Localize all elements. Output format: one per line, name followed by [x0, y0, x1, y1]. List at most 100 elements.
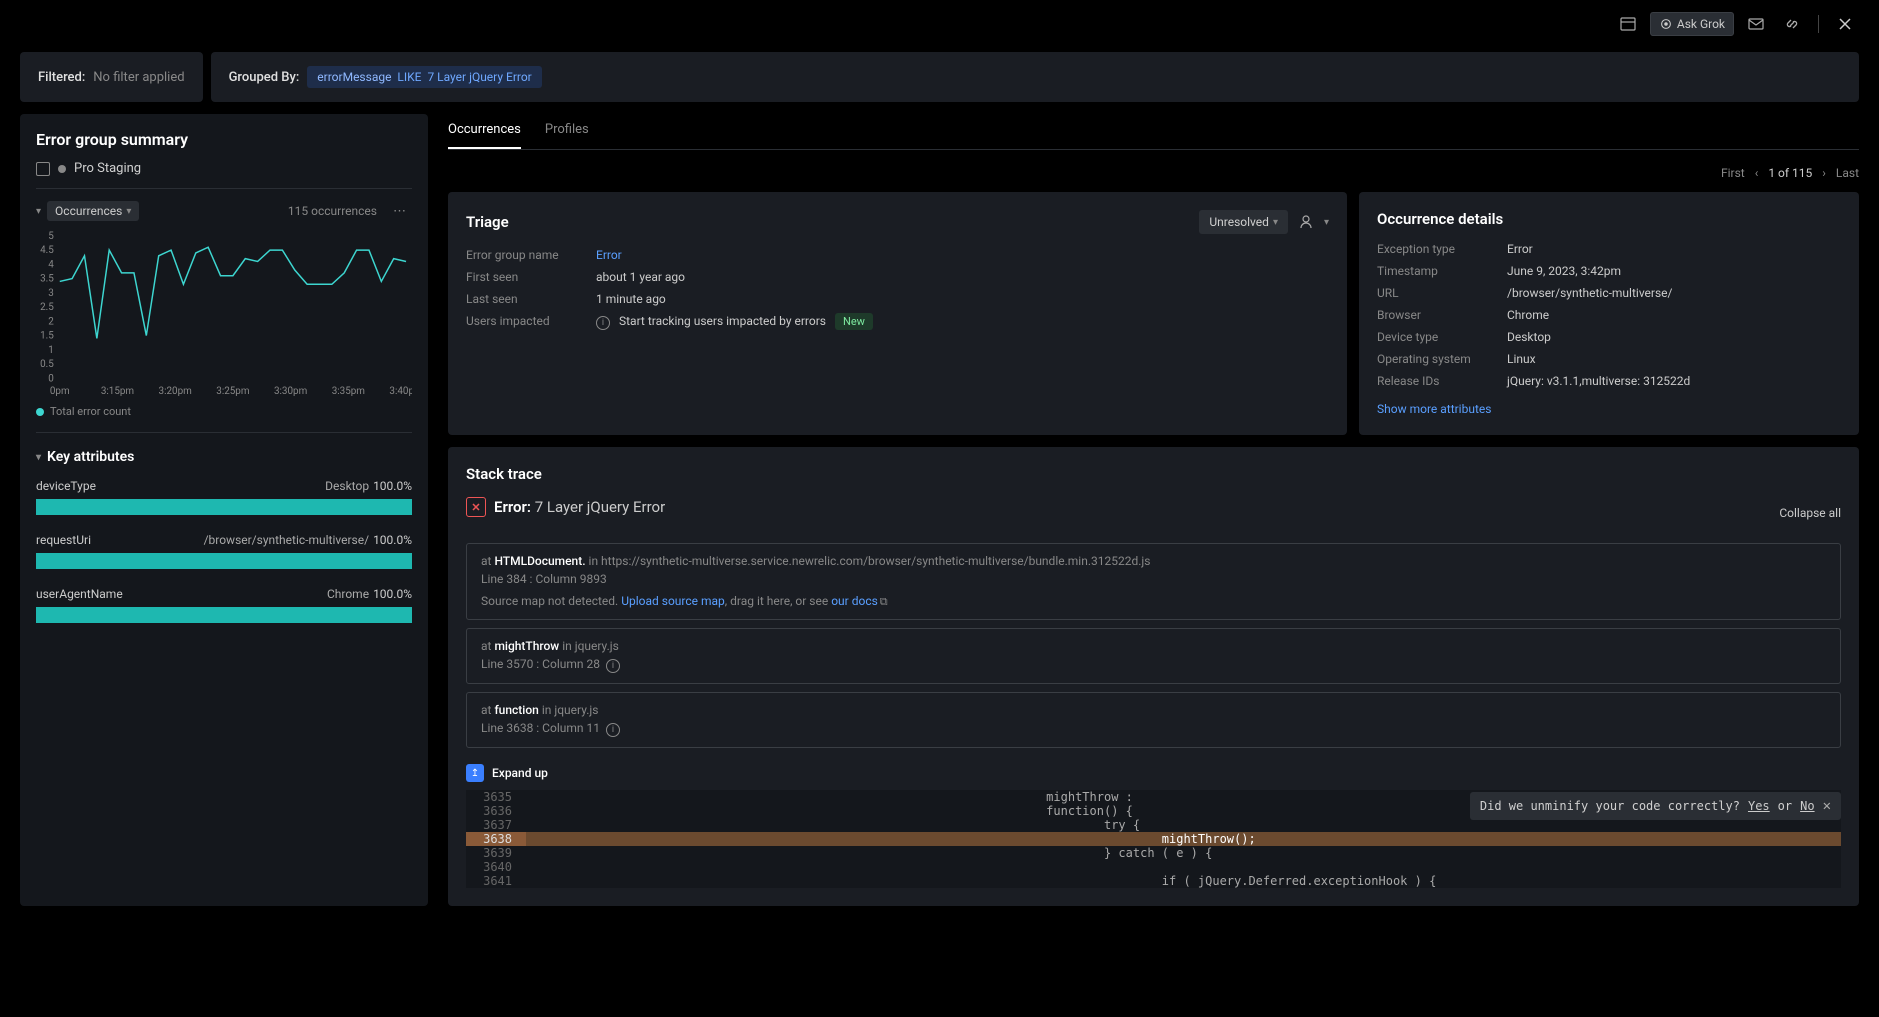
filter-bar: Filtered: No filter applied Grouped By: …: [20, 52, 1859, 102]
first-seen-value: about 1 year ago: [596, 270, 685, 284]
attribute-item[interactable]: userAgentNameChrome100.0%: [36, 587, 412, 623]
pager-position: 1 of 115: [1768, 166, 1812, 180]
filter-box-grouped[interactable]: Grouped By: errorMessage LIKE 7 Layer jQ…: [211, 52, 1859, 102]
detail-label: Release IDs: [1377, 374, 1507, 388]
svg-text:0.5: 0.5: [40, 359, 54, 370]
detail-label: Exception type: [1377, 242, 1507, 256]
new-badge: New: [835, 313, 873, 330]
pager-last[interactable]: Last: [1836, 166, 1859, 180]
code-content: try {: [526, 818, 1841, 832]
detail-label: Browser: [1377, 308, 1507, 322]
panel-icon[interactable]: [1614, 10, 1642, 38]
assign-user-icon[interactable]: [1296, 212, 1316, 232]
code-content: [526, 860, 1841, 874]
line-number: 3640: [466, 860, 526, 874]
last-seen-value: 1 minute ago: [596, 292, 666, 306]
chart-dropdown[interactable]: Occurrences ▾: [47, 201, 139, 221]
attribute-bar: [36, 607, 412, 623]
detail-value: Error: [1507, 242, 1533, 256]
grouped-pill[interactable]: errorMessage LIKE 7 Layer jQuery Error: [307, 66, 541, 88]
svg-text:1: 1: [48, 345, 54, 356]
info-icon[interactable]: i: [606, 723, 620, 737]
pager-first[interactable]: First: [1721, 166, 1745, 180]
code-line: 3641 if ( jQuery.Deferred.exceptionHook …: [466, 874, 1841, 888]
line-number: 3641: [466, 874, 526, 888]
status-dropdown[interactable]: Unresolved ▾: [1199, 210, 1288, 234]
detail-value: /browser/synthetic-multiverse/: [1507, 286, 1673, 300]
users-impacted-label: Users impacted: [466, 314, 596, 330]
last-seen-label: Last seen: [466, 292, 596, 306]
attribute-item[interactable]: deviceTypeDesktop100.0%: [36, 479, 412, 515]
info-icon[interactable]: i: [596, 316, 610, 330]
key-attributes-toggle[interactable]: ▾ Key attributes: [36, 449, 412, 465]
close-icon[interactable]: ✕: [1823, 798, 1831, 814]
svg-text:3.5: 3.5: [40, 274, 54, 285]
docs-link[interactable]: our docs: [831, 594, 878, 608]
svg-text:3: 3: [48, 288, 54, 299]
code-content: if ( jQuery.Deferred.exceptionHook ) {: [526, 874, 1841, 888]
detail-label: Device type: [1377, 330, 1507, 344]
ask-grok-button[interactable]: Ask Grok: [1650, 12, 1734, 36]
upload-source-map-link[interactable]: Upload source map: [621, 594, 725, 608]
code-line: 3640: [466, 860, 1841, 874]
svg-text:0: 0: [48, 373, 54, 384]
occurrences-chart: 00.511.522.533.544.55 0pm3:15pm3:20pm3:2…: [36, 229, 412, 399]
error-icon: ✕: [466, 497, 486, 517]
status-dot: [58, 165, 66, 173]
grouped-label: Grouped By:: [229, 70, 300, 85]
svg-text:0pm: 0pm: [50, 386, 70, 397]
attribute-name: deviceType: [36, 479, 96, 493]
info-icon[interactable]: i: [606, 659, 620, 673]
mail-icon[interactable]: [1742, 10, 1770, 38]
attribute-pct: 100.0%: [373, 587, 412, 601]
environment-row[interactable]: Pro Staging: [36, 161, 412, 189]
external-link-icon: ⧉: [880, 595, 888, 609]
collapse-all-link[interactable]: Collapse all: [1779, 506, 1841, 520]
link-icon[interactable]: [1778, 10, 1806, 38]
browser-icon: [36, 162, 50, 176]
code-content: } catch ( e ) {: [526, 846, 1841, 860]
summary-title: Error group summary: [36, 130, 412, 149]
stack-title: Stack trace: [466, 465, 1841, 483]
chart-legend: Total error count: [36, 405, 412, 433]
pager-prev-icon[interactable]: ‹: [1755, 166, 1759, 180]
svg-text:3:25pm: 3:25pm: [216, 386, 249, 397]
filtered-value: No filter applied: [93, 70, 184, 85]
tabs: Occurrences Profiles: [448, 114, 1859, 150]
chevron-down-icon[interactable]: ▾: [1324, 217, 1329, 228]
attribute-pct: 100.0%: [373, 479, 412, 493]
more-menu-icon[interactable]: ⋯: [387, 202, 412, 221]
attribute-bar: [36, 499, 412, 515]
expand-up-button[interactable]: ↥ Expand up: [466, 756, 1841, 790]
line-number: 3636: [466, 804, 526, 818]
stack-frame[interactable]: at HTMLDocument. in https://synthetic-mu…: [466, 543, 1841, 620]
svg-text:3:40pm: 3:40pm: [389, 386, 412, 397]
topbar: Ask Grok: [0, 0, 1879, 42]
detail-value: Chrome: [1507, 308, 1549, 322]
chevron-down-icon: ▾: [36, 206, 41, 217]
show-more-attributes-link[interactable]: Show more attributes: [1377, 402, 1491, 416]
svg-text:3:30pm: 3:30pm: [274, 386, 307, 397]
unminify-yes-link[interactable]: Yes: [1748, 799, 1770, 813]
occurrence-count: 115 occurrences: [288, 204, 377, 218]
attribute-item[interactable]: requestUri/browser/synthetic-multiverse/…: [36, 533, 412, 569]
svg-text:1.5: 1.5: [40, 331, 54, 342]
detail-value: Linux: [1507, 352, 1536, 366]
stack-trace-card: Stack trace ✕ Error: 7 Layer jQuery Erro…: [448, 447, 1859, 906]
error-group-summary-panel: Error group summary Pro Staging ▾ Occurr…: [20, 114, 428, 906]
unminify-no-link[interactable]: No: [1800, 799, 1814, 813]
tab-occurrences[interactable]: Occurrences: [448, 114, 521, 149]
group-name-link[interactable]: Error: [596, 248, 622, 262]
filtered-label: Filtered:: [38, 70, 85, 85]
stack-frame[interactable]: at mightThrow in jquery.jsLine 3570 : Co…: [466, 628, 1841, 684]
pager-next-icon[interactable]: ›: [1822, 166, 1826, 180]
stack-frame[interactable]: at function in jquery.jsLine 3638 : Colu…: [466, 692, 1841, 748]
tab-profiles[interactable]: Profiles: [545, 114, 589, 149]
group-name-label: Error group name: [466, 248, 596, 262]
filter-box-filtered[interactable]: Filtered: No filter applied: [20, 52, 203, 102]
close-icon[interactable]: [1831, 10, 1859, 38]
detail-value: June 9, 2023, 3:42pm: [1507, 264, 1621, 278]
expand-up-icon: ↥: [466, 764, 484, 782]
chart-section-toggle[interactable]: ▾ Occurrences ▾: [36, 201, 139, 221]
svg-text:4: 4: [48, 259, 54, 270]
